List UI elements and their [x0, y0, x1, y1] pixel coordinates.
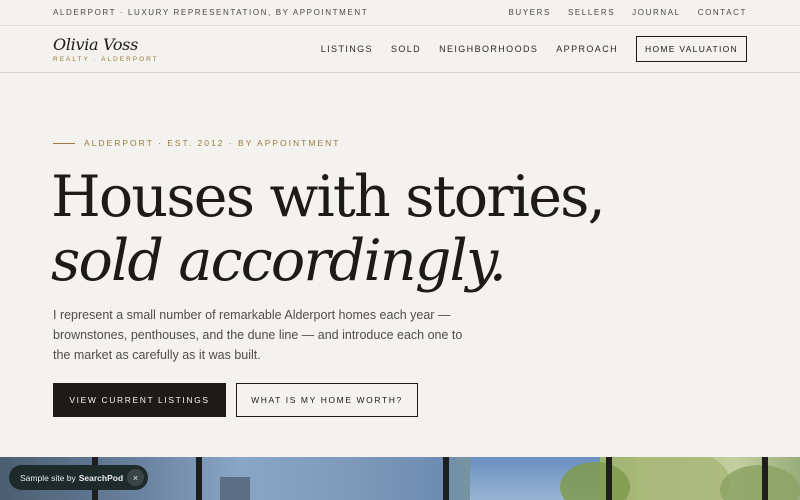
brand-subtitle: REALTY · ALDERPORT	[53, 55, 159, 63]
window-mullion	[762, 457, 768, 500]
top-utility-bar: ALDERPORT · LUXURY REPRESENTATION, BY AP…	[0, 0, 800, 26]
badge-brand: SearchPod	[78, 472, 124, 483]
photo-tree	[560, 462, 630, 500]
nav-item-sold[interactable]: SOLD	[391, 44, 421, 54]
window-mullion	[606, 457, 612, 500]
close-icon[interactable]: ×	[127, 469, 144, 486]
nav-item-approach[interactable]: APPROACH	[556, 44, 618, 54]
main-nav: LISTINGS SOLD NEIGHBORHOODS APPROACH HOM…	[303, 36, 747, 62]
window-mullion	[443, 457, 449, 500]
utility-link-contact[interactable]: CONTACT	[698, 8, 747, 17]
site-header: Olivia Voss REALTY · ALDERPORT LISTINGS …	[0, 26, 800, 73]
hero-headline: Houses with stories, sold accordingly.	[51, 165, 751, 293]
headline-line-1: Houses with stories,	[51, 164, 606, 230]
window-mullion	[196, 457, 202, 500]
photo-tree	[640, 457, 730, 500]
home-worth-button[interactable]: WHAT IS MY HOME WORTH?	[236, 383, 418, 417]
utility-link-journal[interactable]: JOURNAL	[632, 8, 681, 17]
headline-line-2: sold accordingly.	[51, 228, 507, 294]
topbar-tagline: ALDERPORT · LUXURY REPRESENTATION, BY AP…	[53, 8, 369, 17]
view-listings-button[interactable]: VIEW CURRENT LISTINGS	[53, 383, 226, 417]
eyebrow-text: ALDERPORT · EST. 2012 · BY APPOINTMENT	[84, 138, 341, 148]
nav-item-neighborhoods[interactable]: NEIGHBORHOODS	[439, 44, 538, 54]
utility-link-sellers[interactable]: SELLERS	[568, 8, 615, 17]
nav-item-listings[interactable]: LISTINGS	[321, 44, 373, 54]
photo-tree	[720, 465, 800, 500]
photo-building	[220, 477, 250, 500]
brand-logo[interactable]: Olivia Voss REALTY · ALDERPORT	[53, 34, 159, 63]
sample-site-badge[interactable]: Sample site by SearchPod ×	[9, 465, 148, 490]
hero-eyebrow: ALDERPORT · EST. 2012 · BY APPOINTMENT	[53, 138, 340, 148]
hero-intro: I represent a small number of remarkable…	[53, 308, 463, 362]
utility-link-buyers[interactable]: BUYERS	[508, 8, 551, 17]
eyebrow-rule	[53, 142, 75, 144]
brand-name: Olivia Voss	[53, 34, 138, 54]
home-valuation-button[interactable]: HOME VALUATION	[636, 36, 747, 62]
badge-prefix: Sample site by	[20, 472, 76, 483]
utility-links: BUYERS SELLERS JOURNAL CONTACT	[508, 8, 747, 17]
